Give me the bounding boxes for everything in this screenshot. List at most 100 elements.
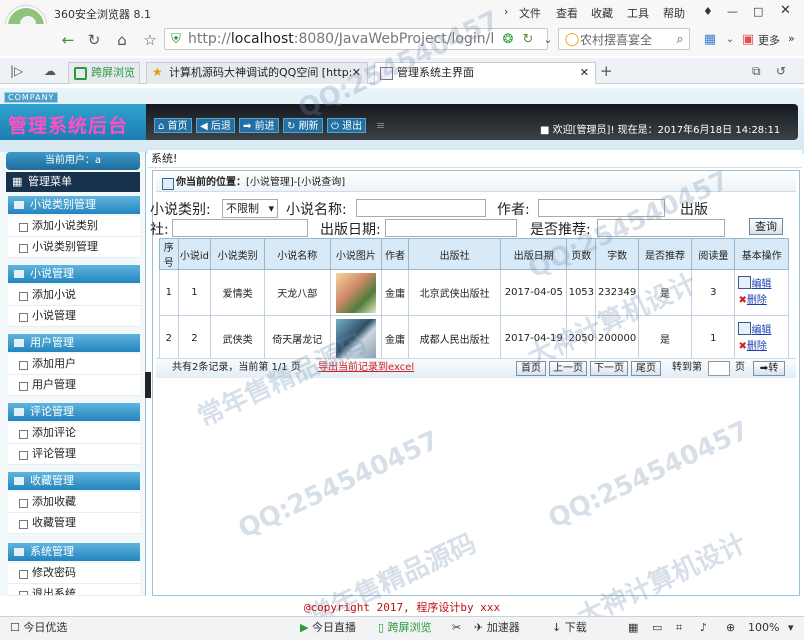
sidebar-item-add-novel[interactable]: 添加小说 [8,285,140,306]
zoom-level[interactable]: 100% [748,617,779,639]
download-item[interactable]: ↓ 下载 [552,617,587,639]
section-favorite[interactable]: 收藏管理 [8,472,140,490]
apps-grid-icon[interactable]: ▦ [700,30,720,50]
category-select[interactable]: 不限制 ▾ [222,199,278,218]
menu-favorites[interactable]: 收藏 [591,5,613,21]
restore-tab-icon[interactable]: ⧉ [752,64,761,79]
accelerator-item[interactable]: ✈ 加速器 [474,617,520,639]
edit-icon[interactable] [738,276,752,289]
sidebar-item-category-manage[interactable]: 小说类别管理 [8,237,140,258]
delete-link[interactable]: 删除 [747,295,767,306]
crop-icon[interactable]: ⌗ [676,617,682,639]
close-tab-icon[interactable]: ✕ [352,63,361,83]
name-input[interactable] [356,199,486,217]
name-label: 小说名称: [286,202,347,218]
refresh-page-icon[interactable]: ↻ [518,30,538,50]
delete-link[interactable]: 删除 [747,341,767,352]
shirt-icon[interactable]: ♦ [703,5,713,18]
new-tab-icon[interactable]: + [600,62,613,80]
close-window-icon[interactable]: ✕ [780,3,791,18]
menu-tools[interactable]: 工具 [627,5,649,21]
cross-screen-item[interactable]: ▯ 跨屏浏览 [378,617,432,639]
home-button[interactable]: ⌂ 首页 [154,118,192,133]
chevron-right-icon[interactable]: › [504,5,508,18]
menu-help[interactable]: 帮助 [663,5,685,21]
close-tab-icon[interactable]: ✕ [580,63,589,83]
date-label: 出版日期: [320,222,381,238]
section-novel[interactable]: 小说管理 [8,265,140,283]
undo-close-icon[interactable]: ↺ [776,64,786,78]
today-picks-item[interactable]: ☐ 今日优选 [10,617,67,639]
more-button[interactable]: 更多 [758,32,780,48]
delete-icon[interactable]: ✖ [738,341,746,352]
accelerate-icon[interactable]: ❂ [498,30,518,50]
home-icon[interactable]: ⌂ [112,30,132,50]
sidebar-item-add-category[interactable]: 添加小说类别 [8,216,140,237]
sound-icon[interactable]: ♪ [700,617,707,639]
reload-icon[interactable]: ↻ [84,30,104,50]
edit-icon[interactable] [738,322,752,335]
menu-view[interactable]: 查看 [556,5,578,21]
sidebar-item-add-favorite[interactable]: 添加收藏 [8,492,140,513]
more-chevron-icon[interactable]: » [788,32,795,45]
sidebar-collapse-handle[interactable] [145,372,151,398]
cloud-icon[interactable]: ☁ [44,64,56,78]
sidebar-toggle-icon[interactable]: |▷ [10,64,23,78]
section-category[interactable]: 小说类别管理 [8,196,140,214]
next-page-button[interactable]: 下一页 [590,361,628,376]
menu-file[interactable]: 文件 [519,5,541,21]
maximize-icon[interactable]: □ [753,5,763,18]
menu-title: ▦ 管理菜单 [6,172,140,192]
export-excel-link[interactable]: 导出当前记录到excel [318,361,414,375]
cell-date: 2017-04-19 [500,315,568,362]
live-item[interactable]: ▶ 今日直播 [300,617,356,639]
sidebar-item-change-password[interactable]: 修改密码 [8,563,140,584]
query-button[interactable]: 查询 [749,218,783,235]
last-page-button[interactable]: 尾页 [631,361,661,376]
grid-status-icon[interactable]: ▦ [628,617,638,639]
author-input[interactable] [538,199,665,217]
sidebar-item-user-manage[interactable]: 用户管理 [8,375,140,396]
delete-icon[interactable]: ✖ [738,295,746,306]
section-comment[interactable]: 评论管理 [8,403,140,421]
sidebar-item-logout[interactable]: 退出系统 [8,584,140,596]
refresh-button[interactable]: ↻ 刷新 [283,118,323,133]
sidebar-item-add-user[interactable]: 添加用户 [8,354,140,375]
page-number-input[interactable] [708,361,730,376]
zoom-icon[interactable]: ⊕ [726,617,735,639]
url-text[interactable]: http://localhost:8080/JavaWebProject/log… [188,31,494,47]
cell-name: 倚天屠龙记 [263,315,331,362]
bookmark-icon[interactable]: ▣ [738,30,758,50]
current-user-bar: 当前用户：a [6,152,140,170]
section-system[interactable]: 系统管理 [8,543,140,561]
first-page-button[interactable]: 首页 [516,361,546,376]
sidebar-item-add-comment[interactable]: 添加评论 [8,423,140,444]
back-button[interactable]: ◀ 后退 [196,118,235,133]
tab-cross-screen[interactable]: 跨屏浏览 [68,62,140,84]
sidebar-item-comment-manage[interactable]: 评论管理 [8,444,140,465]
section-user[interactable]: 用户管理 [8,334,140,352]
apps-dropdown-icon[interactable]: ⌄ [720,30,740,50]
edit-link[interactable]: 编辑 [751,279,771,290]
recommend-input[interactable] [597,219,725,237]
chevron-down-icon[interactable]: ⌄ [538,30,558,50]
minimize-icon[interactable]: — [727,5,738,18]
search-icon[interactable]: ⌕ [670,30,690,50]
prev-page-button[interactable]: 上一页 [549,361,587,376]
edit-link[interactable]: 编辑 [751,325,771,336]
sidebar-item-favorite-manage[interactable]: 收藏管理 [8,513,140,534]
zoom-dropdown-icon[interactable]: ▾ [788,617,794,639]
logout-button[interactable]: ⏻ 退出 [327,118,367,133]
back-icon[interactable]: ← [58,30,78,50]
star-icon[interactable]: ☆ [140,30,160,50]
sidebar-item-novel-manage[interactable]: 小说管理 [8,306,140,327]
tab-management[interactable]: 管理系统主界面 ✕ [374,62,596,84]
menu-icon[interactable]: ≡ [376,119,385,132]
date-input[interactable] [385,219,517,237]
publisher-input[interactable] [172,219,308,237]
screenshot-icon[interactable]: ✂ [452,617,461,639]
go-button[interactable]: ➡转 [753,361,785,376]
tab-qq-space[interactable]: ★ 计算机源码大神调试的QQ空间 [http: ✕ [146,62,368,84]
window-icon[interactable]: ▭ [652,617,662,639]
forward-button[interactable]: ➡ 前进 [239,118,279,133]
